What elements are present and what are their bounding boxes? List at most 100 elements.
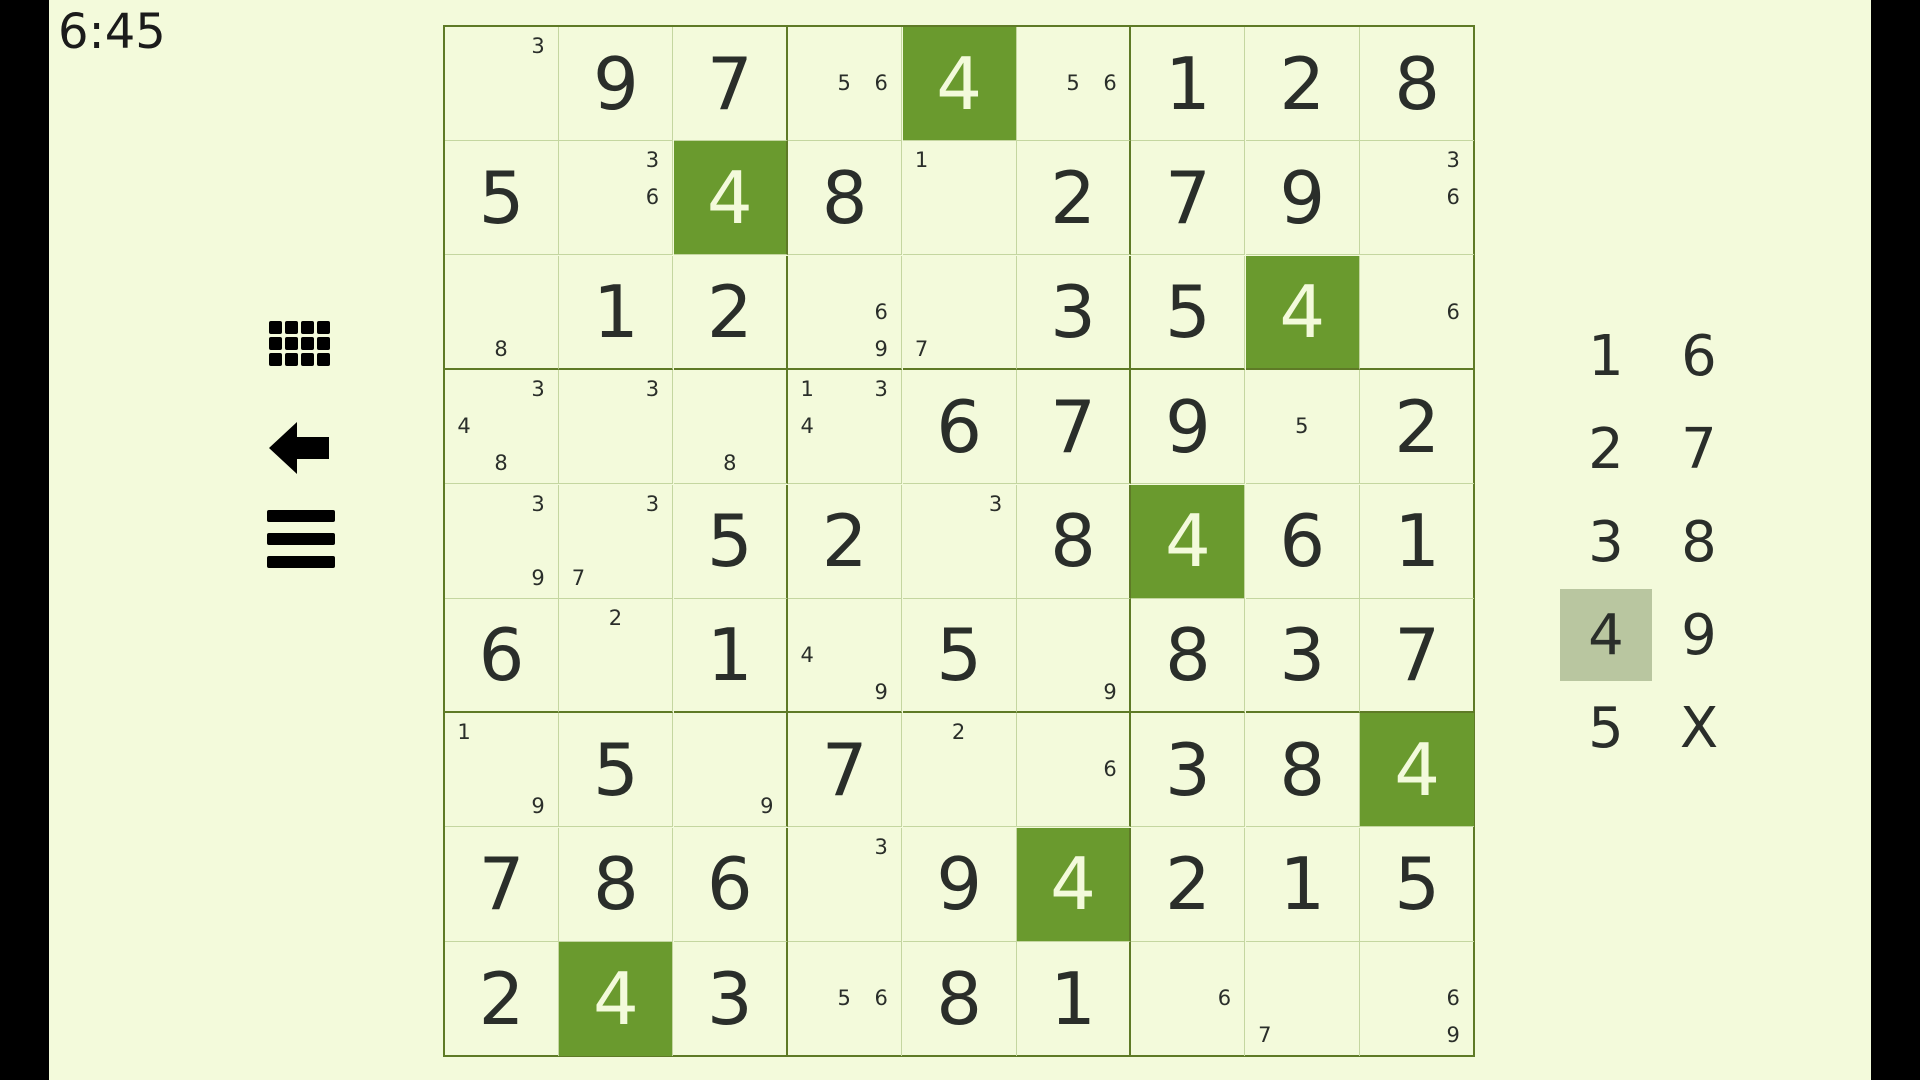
- sudoku-cell[interactable]: 8: [903, 942, 1017, 1057]
- sudoku-cell[interactable]: 19: [445, 713, 559, 828]
- sudoku-cell[interactable]: 7: [1246, 942, 1360, 1057]
- keypad-key-8[interactable]: 8: [1653, 496, 1745, 588]
- sudoku-cell[interactable]: 2: [902, 713, 1017, 828]
- sudoku-cell[interactable]: 2: [1131, 827, 1246, 942]
- sudoku-cell[interactable]: 1: [1131, 27, 1246, 141]
- sudoku-cell[interactable]: 37: [559, 484, 674, 599]
- sudoku-cell[interactable]: 5: [1360, 828, 1475, 942]
- sudoku-cell[interactable]: 2: [1245, 27, 1360, 141]
- sudoku-cell[interactable]: 4: [1360, 713, 1475, 828]
- cell-value: 5: [478, 155, 525, 240]
- cell-value: 1: [1394, 499, 1441, 584]
- sudoku-cell[interactable]: 8: [788, 141, 903, 256]
- sudoku-cell[interactable]: 1: [1360, 485, 1475, 599]
- keypad-key-5[interactable]: 5: [1560, 682, 1652, 774]
- keypad-key-7[interactable]: 7: [1653, 403, 1745, 495]
- sudoku-cell[interactable]: 9: [1245, 141, 1360, 256]
- sudoku-cell[interactable]: 5: [902, 599, 1017, 713]
- menu-icon[interactable]: [267, 508, 335, 570]
- sudoku-cell[interactable]: 3: [674, 942, 788, 1057]
- sudoku-cell[interactable]: 5: [1131, 255, 1246, 370]
- sudoku-cell[interactable]: 8: [673, 370, 788, 485]
- sudoku-cell[interactable]: 6: [1245, 484, 1360, 599]
- sudoku-cell[interactable]: 49: [788, 599, 903, 713]
- sudoku-cell[interactable]: 6: [445, 599, 559, 713]
- sudoku-cell[interactable]: 4: [1017, 827, 1131, 942]
- sudoku-cell[interactable]: 69: [788, 255, 903, 370]
- sudoku-cell[interactable]: 4: [559, 942, 674, 1057]
- keypad-key-6[interactable]: 6: [1653, 310, 1745, 402]
- sudoku-cell[interactable]: 5: [673, 484, 788, 599]
- sudoku-cell[interactable]: 3 48: [445, 370, 559, 485]
- sudoku-cell[interactable]: 5: [445, 141, 559, 256]
- sudoku-cell[interactable]: 9: [1017, 599, 1131, 713]
- sudoku-cell[interactable]: 3: [559, 370, 674, 485]
- sudoku-cell[interactable]: 9: [1131, 370, 1246, 485]
- pencil-mark: 6: [874, 986, 888, 1011]
- keypad-key-1[interactable]: 1: [1560, 310, 1652, 402]
- sudoku-cell[interactable]: 36: [1360, 141, 1475, 256]
- sudoku-cell[interactable]: 1: [1017, 942, 1131, 1057]
- sudoku-cell[interactable]: 9: [902, 827, 1017, 942]
- sudoku-cell[interactable]: 7: [445, 827, 559, 942]
- sudoku-cell[interactable]: 1: [1245, 827, 1360, 942]
- sudoku-cell[interactable]: 9: [673, 713, 788, 828]
- sudoku-cell[interactable]: 2: [1360, 370, 1475, 485]
- sudoku-cell[interactable]: 7: [1131, 141, 1246, 256]
- sudoku-cell[interactable]: 2: [1017, 141, 1131, 256]
- pencil-grid-icon[interactable]: [267, 317, 331, 381]
- sudoku-cell[interactable]: 1 3 4: [788, 370, 903, 485]
- sudoku-cell[interactable]: 2: [673, 255, 788, 370]
- sudoku-cell[interactable]: 7: [1360, 599, 1475, 713]
- sudoku-cell[interactable]: 6: [673, 827, 788, 942]
- cell-value: 2: [821, 499, 868, 584]
- sudoku-cell[interactable]: 8: [445, 255, 559, 370]
- sudoku-cell[interactable]: 2: [559, 599, 674, 713]
- sudoku-cell[interactable]: 4: [902, 27, 1017, 141]
- sudoku-cell[interactable]: 6: [1017, 713, 1131, 828]
- sudoku-cell[interactable]: 56: [788, 942, 903, 1057]
- sudoku-cell[interactable]: 9: [559, 27, 674, 141]
- sudoku-cell[interactable]: 69: [1360, 942, 1474, 1056]
- sudoku-cell[interactable]: 5: [559, 713, 674, 828]
- sudoku-cell[interactable]: 7: [673, 27, 788, 141]
- sudoku-cell[interactable]: 5: [1245, 370, 1360, 485]
- sudoku-cell[interactable]: 4: [1131, 484, 1246, 599]
- sudoku-cell[interactable]: 3: [902, 484, 1017, 599]
- sudoku-cell[interactable]: 8: [1017, 484, 1131, 599]
- sudoku-cell[interactable]: 56: [1017, 27, 1131, 141]
- sudoku-cell[interactable]: 7: [902, 255, 1017, 370]
- sudoku-cell[interactable]: 1: [902, 141, 1017, 256]
- sudoku-cell[interactable]: 3: [445, 27, 559, 141]
- keypad-key-9[interactable]: 9: [1653, 589, 1745, 681]
- sudoku-cell[interactable]: 8: [1245, 713, 1360, 828]
- sudoku-cell[interactable]: 3: [788, 827, 903, 942]
- sudoku-cell[interactable]: 39: [445, 484, 559, 599]
- undo-arrow-icon[interactable]: [267, 420, 331, 476]
- sudoku-cell[interactable]: 2: [445, 942, 559, 1057]
- sudoku-cell[interactable]: 3: [1131, 713, 1246, 828]
- sudoku-cell[interactable]: 6: [902, 370, 1017, 485]
- sudoku-cell[interactable]: 1: [673, 599, 788, 713]
- sudoku-cell[interactable]: 1: [559, 255, 674, 370]
- sudoku-cell[interactable]: 7: [788, 713, 903, 828]
- keypad-key-2[interactable]: 2: [1560, 403, 1652, 495]
- sudoku-cell[interactable]: 6: [1131, 942, 1246, 1057]
- pencil-mark: 5: [837, 986, 851, 1011]
- sudoku-cell[interactable]: 3: [1245, 599, 1360, 713]
- keypad-key-4[interactable]: 4: [1560, 589, 1652, 681]
- sudoku-cell[interactable]: 7: [1017, 370, 1131, 485]
- sudoku-cell[interactable]: 56: [788, 27, 903, 141]
- keypad-key-3[interactable]: 3: [1560, 496, 1652, 588]
- sudoku-cell[interactable]: 4: [673, 141, 788, 256]
- sudoku-cell[interactable]: 36: [559, 141, 674, 256]
- keypad-key-clear[interactable]: X: [1653, 682, 1745, 774]
- sudoku-cell[interactable]: 8: [559, 827, 674, 942]
- sudoku-cell[interactable]: 6: [1360, 256, 1475, 370]
- sudoku-cell[interactable]: 3: [1017, 255, 1131, 370]
- sudoku-cell[interactable]: 4: [1245, 255, 1360, 370]
- cell-value: 8: [936, 957, 982, 1042]
- sudoku-cell[interactable]: 2: [788, 484, 903, 599]
- sudoku-cell[interactable]: 8: [1131, 599, 1246, 713]
- sudoku-cell[interactable]: 8: [1360, 27, 1475, 141]
